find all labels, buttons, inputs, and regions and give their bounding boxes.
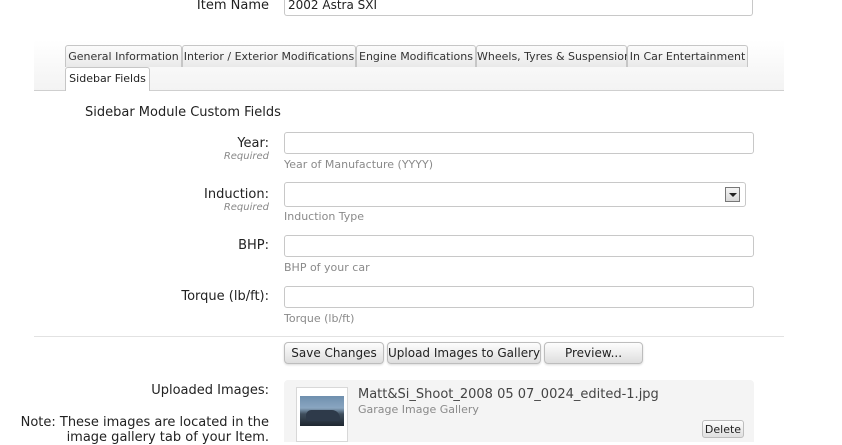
upload-images-button[interactable]: Upload Images to Gallery (387, 342, 541, 364)
tab-wheels-tyres-suspension[interactable]: Wheels, Tyres & Suspension (476, 45, 631, 67)
item-name-input[interactable]: 2002 Astra SXI (284, 0, 753, 16)
induction-hint: Induction Type (284, 210, 365, 223)
chevron-down-icon[interactable] (725, 187, 740, 202)
tab-engine-modifications[interactable]: Engine Modifications (356, 45, 476, 67)
car-shape (306, 410, 340, 421)
year-required: Required (223, 151, 269, 162)
year-label: Year: (237, 136, 269, 151)
delete-image-button[interactable]: Delete (702, 420, 744, 438)
preview-button[interactable]: Preview... (544, 342, 643, 364)
section-title: Sidebar Module Custom Fields (85, 105, 281, 120)
item-name-label: Item Name (196, 0, 269, 13)
induction-required: Required (223, 202, 269, 213)
torque-input[interactable] (284, 286, 754, 308)
tab-general-information[interactable]: General Information (65, 45, 182, 67)
image-gallery-name: Garage Image Gallery (358, 403, 479, 416)
tab-in-car-entertainment[interactable]: In Car Entertainment (627, 45, 748, 67)
item-name-value: 2002 Astra SXI (288, 0, 377, 12)
tab-interior-exterior[interactable]: Interior / Exterior Modifications (182, 45, 356, 67)
induction-select[interactable] (284, 182, 746, 207)
year-input[interactable] (284, 132, 754, 154)
uploaded-note-line1: Note: These images are located in the (20, 415, 269, 430)
save-changes-button[interactable]: Save Changes (284, 342, 384, 364)
car-photo (300, 396, 344, 426)
bhp-input[interactable] (284, 235, 754, 257)
tab-sidebar-fields[interactable]: Sidebar Fields (65, 67, 150, 91)
divider (34, 336, 784, 337)
image-thumbnail[interactable] (296, 387, 348, 442)
torque-hint: Torque (lb/ft) (284, 312, 355, 325)
torque-label: Torque (lb/ft): (181, 289, 269, 304)
uploaded-images-label: Uploaded Images: (151, 383, 269, 398)
bhp-label: BHP: (238, 238, 269, 253)
bhp-hint: BHP of your car (284, 261, 370, 274)
year-hint: Year of Manufacture (YYYY) (284, 158, 434, 171)
image-filename: Matt&Si_Shoot_2008 05 07_0024_edited-1.j… (358, 387, 659, 402)
induction-label: Induction: (204, 187, 269, 202)
uploaded-note-line2: image gallery tab of your Item. (66, 430, 269, 445)
